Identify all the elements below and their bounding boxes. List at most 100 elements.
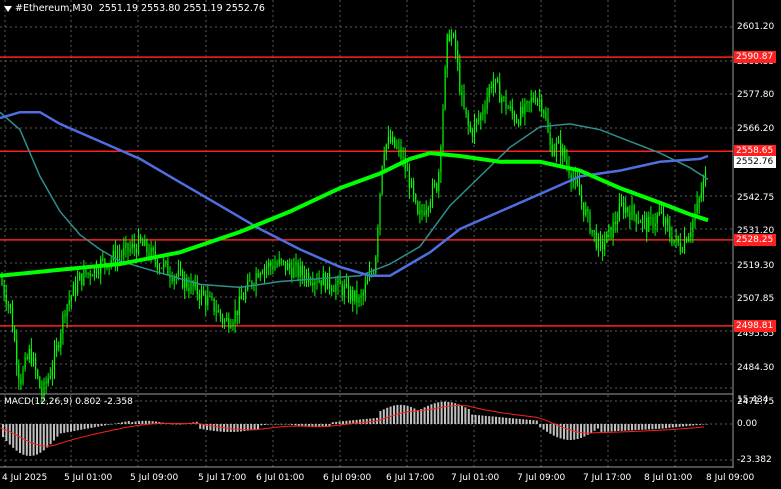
candle-body [629,211,631,220]
macd-bar [80,424,83,430]
candle-body [392,137,394,142]
macd-bar [148,420,151,424]
candle-body [295,262,297,267]
macd-bar [467,408,470,424]
candle-body [683,238,686,251]
macd-bar [610,424,613,432]
macd-bar [501,417,504,424]
candle-body [509,106,511,109]
candlestick-series [1,28,707,405]
symbol-label: #Ethereum,M30 [15,3,93,14]
candle-body [127,243,129,252]
candle-body [478,119,480,121]
macd-bar [600,424,603,432]
candle-body [188,287,190,292]
candle-body [602,241,604,250]
candle-body [257,273,259,278]
macd-bar [53,424,55,441]
macd-bar [212,424,215,431]
candle-body [240,296,242,300]
macd-bar [440,401,443,424]
candle-body [553,151,555,156]
candle-body [396,146,398,148]
candle-body [604,242,606,250]
macd-bar [399,404,402,424]
macd-bar [15,424,18,451]
macd-bar [593,424,596,431]
candle-body [646,217,648,232]
candle-body [62,314,64,334]
candle-body [329,273,331,288]
price-tick-label: 2484.30 [737,363,775,374]
candle-body [347,283,350,300]
candle-body [532,98,534,101]
macd-bar [685,424,688,427]
candle-body [198,294,200,300]
candle-body [371,272,373,274]
level-price-label: 2528.25 [734,233,776,246]
macd-bar [257,424,259,430]
candle-body [39,376,41,389]
candle-body [702,181,704,194]
candle-body [658,212,660,215]
candle-body [167,261,169,275]
macd-bar [410,407,412,424]
candle-body [463,95,465,108]
current-price-label: 2552.76 [734,156,776,168]
candle-body [259,273,261,278]
candle-body [513,113,515,122]
macd-bar [127,421,130,424]
macd-bar [104,424,106,426]
macd-bar [403,405,406,424]
candle-body [341,284,343,296]
candle-body [503,97,505,99]
candle-body [413,180,415,195]
candle-body [616,220,618,225]
candle-body [238,296,240,315]
candle-body [637,221,639,223]
candle-body [429,202,431,208]
macd-bar [532,420,535,424]
macd-bar [658,424,661,429]
candle-body [398,146,400,148]
macd-bar [63,424,66,433]
candle-body [549,132,551,146]
candle-body [186,278,188,288]
macd-bar [297,424,300,426]
candle-body [77,280,79,294]
candle-body [455,34,457,50]
candle-body [656,214,658,224]
candle-body [652,217,654,228]
chart-canvas[interactable] [0,0,781,489]
macd-bar [178,423,181,425]
candle-body [200,290,203,300]
candle-body [486,97,488,110]
time-tick-label: 6 Jul 01:00 [256,473,305,483]
candle-body [322,273,324,286]
candle-body [22,368,24,384]
candle-body [263,267,266,274]
candle-body [337,278,339,285]
macd-bar [386,407,389,424]
candle-body [696,202,698,213]
candle-body [226,318,228,321]
candle-body [471,131,473,136]
candle-body [364,284,366,293]
candle-body [56,345,58,351]
candle-body [536,100,539,103]
collapse-triangle-icon[interactable] [4,5,12,12]
candle-body [469,124,471,132]
candle-body [276,264,278,266]
candle-body [5,295,7,305]
candle-body [518,121,520,125]
candle-body [541,99,543,111]
candle-body [282,260,284,262]
macd-bar [542,424,545,430]
macd-bar [478,415,480,424]
candle-body [331,287,333,291]
candle-body [74,284,77,294]
candle-body [436,183,438,192]
macd-bar [529,419,531,424]
macd-bar [117,422,120,424]
macd-bar [19,424,21,453]
